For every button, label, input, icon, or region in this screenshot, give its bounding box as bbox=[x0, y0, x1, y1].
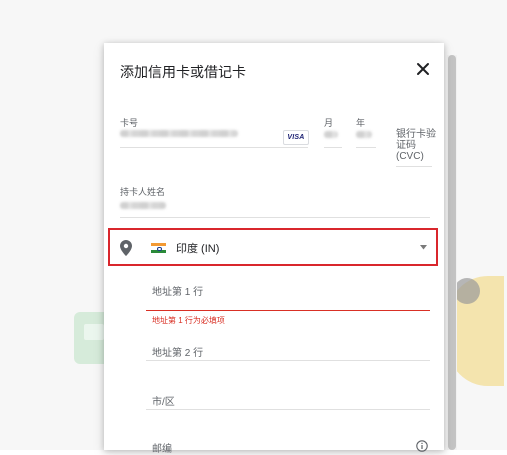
visa-icon: VISA bbox=[283, 130, 309, 145]
add-card-dialog: 添加信用卡或借记卡 卡号 VISA 月 年 银行卡验证码(CVC) 持卡人姓名 … bbox=[104, 43, 444, 455]
postal-code-field[interactable]: 邮编 bbox=[152, 440, 172, 455]
city-field[interactable]: 市/区 bbox=[152, 393, 175, 408]
scrollbar[interactable] bbox=[447, 55, 457, 450]
card-number-field[interactable] bbox=[120, 130, 238, 137]
india-flag-icon bbox=[151, 243, 166, 253]
close-icon[interactable] bbox=[414, 60, 432, 78]
cardholder-name-underline bbox=[120, 217, 430, 218]
info-icon[interactable] bbox=[416, 440, 428, 452]
country-value: 印度 (IN) bbox=[176, 243, 220, 255]
city-underline bbox=[146, 409, 430, 410]
cardholder-name-label: 持卡人姓名 bbox=[120, 187, 166, 197]
address-line2-field[interactable]: 地址第 2 行 bbox=[152, 344, 203, 359]
year-label: 年 bbox=[356, 118, 366, 128]
map-pin-icon bbox=[120, 240, 132, 256]
scrollbar-thumb[interactable] bbox=[448, 55, 456, 450]
month-underline bbox=[324, 147, 342, 148]
address-line1-error: 地址第 1 行为必填项 bbox=[152, 316, 225, 325]
cvc-field[interactable]: 银行卡验证码(CVC) bbox=[396, 129, 440, 162]
background-avatar-illustration bbox=[454, 278, 480, 304]
year-field[interactable] bbox=[356, 131, 372, 138]
address-line1-underline bbox=[146, 310, 430, 311]
chevron-down-icon bbox=[420, 245, 427, 250]
card-number-underline bbox=[120, 147, 308, 148]
year-underline bbox=[356, 147, 376, 148]
card-number-label: 卡号 bbox=[120, 118, 139, 128]
cardholder-name-field[interactable] bbox=[120, 202, 166, 209]
address-line2-underline bbox=[146, 360, 430, 361]
month-label: 月 bbox=[324, 118, 334, 128]
country-selector[interactable]: 印度 (IN) bbox=[108, 228, 438, 266]
dialog-title: 添加信用卡或借记卡 bbox=[120, 64, 246, 80]
address-line1-field[interactable]: 地址第 1 行 bbox=[152, 283, 203, 298]
cvc-underline bbox=[396, 166, 432, 167]
month-field[interactable] bbox=[324, 131, 338, 138]
